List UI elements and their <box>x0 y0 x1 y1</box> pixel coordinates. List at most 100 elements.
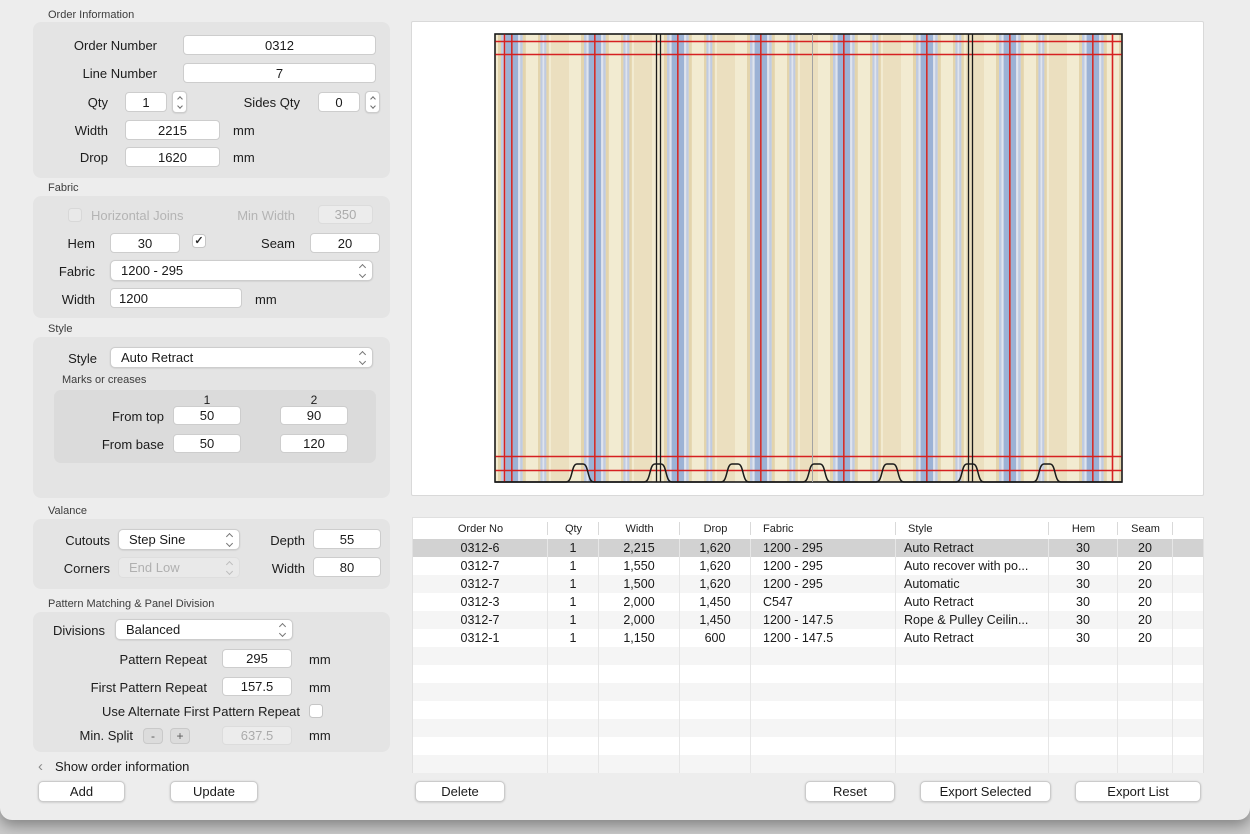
column-header[interactable]: Order No <box>413 518 548 539</box>
qty-field[interactable] <box>125 92 167 112</box>
table-row[interactable]: 0312-711,5001,6201200 - 295Automatic3020 <box>413 575 1203 593</box>
column-header[interactable]: Width <box>599 518 680 539</box>
table-cell: 1 <box>548 629 599 647</box>
column-header[interactable]: Seam <box>1118 518 1173 539</box>
chevron-up-icon <box>177 96 183 102</box>
table-cell <box>1049 755 1118 773</box>
from-base-2-field[interactable] <box>280 434 348 453</box>
table-cell: 20 <box>1118 539 1173 557</box>
table-row[interactable] <box>413 719 1203 737</box>
table-cell <box>1173 665 1203 683</box>
table-row[interactable]: 0312-712,0001,4501200 - 147.5Rope & Pull… <box>413 611 1203 629</box>
order-number-field[interactable] <box>183 35 376 55</box>
table-cell <box>751 683 896 701</box>
fabric-width-field[interactable] <box>110 288 242 308</box>
from-base-label: From base <box>62 437 164 453</box>
delete-button[interactable]: Delete <box>415 781 505 802</box>
table-row[interactable] <box>413 647 1203 665</box>
first-pattern-repeat-field[interactable] <box>222 677 292 696</box>
table-cell <box>599 737 680 755</box>
table-cell: 0312-7 <box>413 557 548 575</box>
order-number-label: Order Number <box>41 38 157 54</box>
table-row[interactable]: 0312-711,5501,6201200 - 295Auto recover … <box>413 557 1203 575</box>
table-cell: Automatic <box>896 575 1049 593</box>
min-split-field <box>222 726 292 745</box>
qty-label: Qty <box>41 95 108 111</box>
column-header[interactable]: Qty <box>548 518 599 539</box>
table-cell: 1,500 <box>599 575 680 593</box>
use-alternate-checkbox[interactable] <box>309 704 323 718</box>
min-split-increment-button[interactable]: + <box>170 728 190 744</box>
width-field[interactable] <box>125 120 220 140</box>
line-number-field[interactable] <box>183 63 376 83</box>
table-cell <box>548 755 599 773</box>
depth-field[interactable] <box>313 529 381 549</box>
table-row[interactable]: 0312-312,0001,450C547Auto Retract3020 <box>413 593 1203 611</box>
table-cell: 2,000 <box>599 611 680 629</box>
divisions-select[interactable]: Balanced <box>115 619 293 640</box>
table-cell: 1200 - 295 <box>751 557 896 575</box>
fabric-select-value: 1200 - 295 <box>111 263 354 278</box>
from-top-1-field[interactable] <box>173 406 241 425</box>
column-header[interactable] <box>1173 518 1203 539</box>
table-row[interactable] <box>413 701 1203 719</box>
valance-width-field[interactable] <box>313 557 381 577</box>
update-button[interactable]: Update <box>170 781 258 802</box>
export-list-button[interactable]: Export List <box>1075 781 1201 802</box>
table-row[interactable] <box>413 755 1203 773</box>
sides-qty-field[interactable] <box>318 92 360 112</box>
add-button[interactable]: Add <box>38 781 125 802</box>
from-top-2-field[interactable] <box>280 406 348 425</box>
drop-field[interactable] <box>125 147 220 167</box>
table-cell <box>1173 719 1203 737</box>
seam-field[interactable] <box>310 233 380 253</box>
table-cell <box>1173 737 1203 755</box>
column-header[interactable]: Hem <box>1049 518 1118 539</box>
table-cell: 30 <box>1049 593 1118 611</box>
table-cell <box>599 683 680 701</box>
sides-qty-stepper[interactable] <box>365 91 380 113</box>
table-row[interactable] <box>413 737 1203 755</box>
fabric-preview-canvas <box>411 21 1204 496</box>
column-header[interactable]: Fabric <box>751 518 896 539</box>
table-cell: 1,620 <box>680 575 751 593</box>
hem-label: Hem <box>41 236 95 252</box>
fabric-select[interactable]: 1200 - 295 <box>110 260 373 281</box>
show-order-information-link[interactable]: ‹Show order information <box>38 758 189 775</box>
table-cell <box>413 701 548 719</box>
table-cell: 30 <box>1049 629 1118 647</box>
table-cell: 1,620 <box>680 539 751 557</box>
cutouts-label: Cutouts <box>41 533 110 549</box>
table-cell: Auto recover with po... <box>896 557 1049 575</box>
show-order-information-label: Show order information <box>55 759 189 774</box>
pattern-repeat-label: Pattern Repeat <box>41 652 207 668</box>
first-pattern-repeat-label: First Pattern Repeat <box>41 680 207 696</box>
reset-button[interactable]: Reset <box>805 781 895 802</box>
order-table: Order NoQtyWidthDropFabricStyleHemSeam 0… <box>412 517 1204 773</box>
hem-field[interactable] <box>110 233 180 253</box>
export-selected-button[interactable]: Export Selected <box>920 781 1051 802</box>
cutouts-select[interactable]: Step Sine <box>118 529 240 550</box>
horizontal-joins-checkbox[interactable] <box>68 208 82 222</box>
table-cell: 600 <box>680 629 751 647</box>
from-base-1-field[interactable] <box>173 434 241 453</box>
table-cell <box>680 647 751 665</box>
table-cell: 30 <box>1049 575 1118 593</box>
table-row[interactable]: 0312-111,1506001200 - 147.5Auto Retract3… <box>413 629 1203 647</box>
style-label: Style <box>41 351 97 367</box>
column-header[interactable]: Drop <box>680 518 751 539</box>
qty-stepper[interactable] <box>172 91 187 113</box>
pattern-section-title: Pattern Matching & Panel Division <box>48 598 214 610</box>
table-cell: 1200 - 147.5 <box>751 629 896 647</box>
table-row[interactable] <box>413 683 1203 701</box>
sides-qty-label: Sides Qty <box>213 95 300 111</box>
style-select[interactable]: Auto Retract <box>110 347 373 368</box>
table-cell: Auto Retract <box>896 629 1049 647</box>
hem-checkbox[interactable]: ✓ <box>192 234 206 248</box>
column-header[interactable]: Style <box>896 518 1049 539</box>
min-split-decrement-button[interactable]: - <box>143 728 163 744</box>
table-row[interactable] <box>413 665 1203 683</box>
table-row[interactable]: 0312-612,2151,6201200 - 295Auto Retract3… <box>413 539 1203 557</box>
pattern-repeat-field[interactable] <box>222 649 292 668</box>
chevron-down-icon <box>177 103 183 109</box>
